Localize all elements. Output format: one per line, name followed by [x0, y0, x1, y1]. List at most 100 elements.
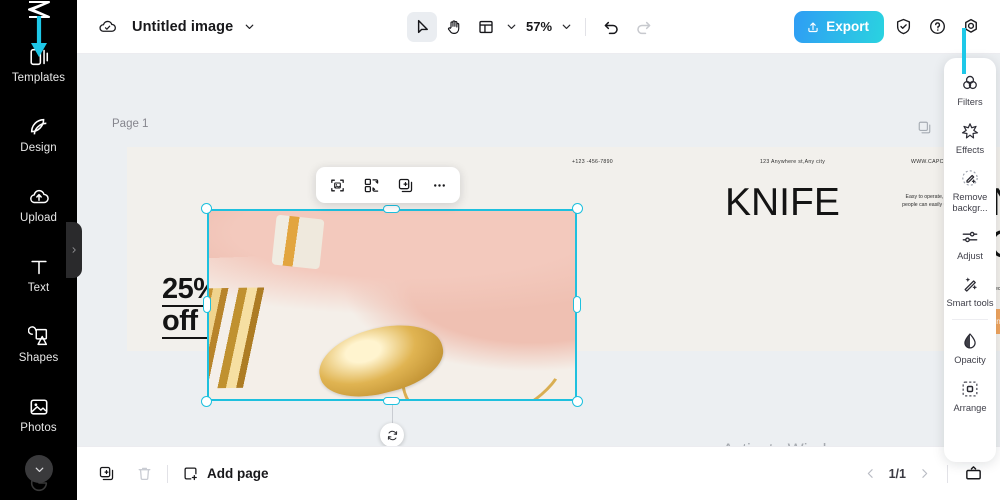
- artboard-address: 123 Anywhere st,Any city: [760, 159, 826, 165]
- panel-divider: [952, 319, 988, 321]
- top-toolbar-right-group: Export: [794, 10, 986, 43]
- add-page-label: Add page: [207, 466, 269, 481]
- panel-item-label: Effects: [955, 144, 985, 155]
- more-options-button[interactable]: [425, 171, 453, 199]
- panel-item-opacity[interactable]: Opacity: [944, 324, 996, 372]
- bottom-toolbar-divider: [167, 464, 168, 483]
- select-tool-button[interactable]: [407, 11, 437, 42]
- napkin-ring-detail: [271, 214, 325, 269]
- sidebar-item-shapes[interactable]: Shapes: [0, 310, 77, 380]
- capcut-logo-icon: [27, 0, 50, 19]
- sidebar-item-label: Text: [27, 281, 50, 294]
- zoom-dropdown-button[interactable]: [558, 20, 575, 33]
- chevron-down-icon: [245, 24, 254, 29]
- layout-dropdown-button[interactable]: [503, 20, 520, 33]
- chevron-right-icon: [921, 469, 927, 478]
- redo-button[interactable]: [628, 12, 658, 42]
- rotate-handle-icon: [387, 430, 397, 440]
- resize-handle-mid-left[interactable]: [203, 296, 211, 313]
- panel-item-arrange[interactable]: Arrange: [944, 372, 996, 420]
- resize-handle-top-right[interactable]: [572, 203, 583, 214]
- design-icon: [30, 118, 46, 135]
- panel-item-label: Remove backgr...: [952, 192, 988, 214]
- panel-item-label: Smart tools: [946, 298, 994, 309]
- sidebar-item-templates[interactable]: Templates: [0, 30, 77, 100]
- sidebar-item-label: Templates: [11, 71, 66, 84]
- duplicate-button[interactable]: [391, 171, 419, 199]
- effects-star-icon: [961, 122, 979, 139]
- resize-handle-top-left[interactable]: [201, 203, 212, 214]
- smart-tools-wand-icon: [964, 277, 977, 293]
- sidebar-more-button[interactable]: [25, 455, 53, 483]
- resize-handle-bottom-right[interactable]: [572, 396, 583, 407]
- document-title[interactable]: Untitled image: [132, 19, 233, 35]
- sidebar-item-design[interactable]: Design: [0, 100, 77, 170]
- resize-handle-bottom-left[interactable]: [201, 396, 212, 407]
- zoom-level[interactable]: 57%: [522, 19, 556, 34]
- undo-icon: [604, 21, 618, 35]
- previous-page-button[interactable]: [858, 461, 884, 487]
- panel-item-effects[interactable]: Effects: [944, 114, 996, 162]
- selected-image-object[interactable]: [201, 203, 583, 446]
- document-title-menu-button[interactable]: [243, 20, 256, 33]
- photos-icon: [30, 399, 47, 415]
- duplicate-plus-icon: [398, 178, 412, 192]
- cursor-arrow-icon: [417, 19, 428, 33]
- cloud-saved-icon: [99, 20, 116, 32]
- layout-tool-button[interactable]: [471, 12, 501, 42]
- artboard-headline-1: KNIFE: [725, 181, 840, 224]
- delete-page-button[interactable]: [129, 459, 159, 489]
- trash-icon: [138, 467, 150, 481]
- resize-handle-bottom-center[interactable]: [383, 397, 400, 405]
- top-toolbar: Untitled image 57% Export: [77, 0, 1000, 54]
- plate-rim-detail: [386, 289, 577, 401]
- cutlery-photo: [207, 209, 577, 401]
- panel-item-label: Opacity: [954, 355, 986, 366]
- sidebar-item-photos[interactable]: Photos: [0, 380, 77, 450]
- crop-button[interactable]: [323, 171, 351, 199]
- rotate-handle-button[interactable]: [380, 423, 404, 446]
- sidebar-item-label: Photos: [20, 421, 57, 434]
- panel-item-smart-tools[interactable]: Smart tools: [944, 267, 996, 315]
- remove-background-icon: [962, 170, 978, 187]
- duplicate-page-icon: [99, 466, 113, 481]
- cloud-save-status[interactable]: [97, 16, 118, 37]
- artboard-phone: +123 -456-7890: [572, 159, 613, 165]
- question-circle-icon: [929, 19, 945, 34]
- panel-item-label: Filters: [957, 97, 983, 107]
- filters-circles-icon: [963, 75, 977, 90]
- chevron-down-icon: [35, 467, 43, 472]
- export-button-label: Export: [826, 19, 869, 34]
- help-button[interactable]: [922, 12, 952, 42]
- crop-image-icon: [330, 179, 344, 191]
- present-button[interactable]: [958, 459, 988, 489]
- resize-handle-top-center[interactable]: [383, 205, 400, 213]
- sidebar-item-label: Upload: [19, 211, 58, 224]
- canvas-duplicate-button[interactable]: [917, 120, 932, 140]
- panel-item-filters[interactable]: Filters: [944, 66, 996, 114]
- next-page-button[interactable]: [911, 461, 937, 487]
- canvas-workspace[interactable]: Page 1 +123 -456-7890 123 Anywhere st,An…: [77, 54, 1000, 446]
- arrange-frame-icon: [962, 381, 978, 397]
- capcut-logo[interactable]: [0, 0, 77, 20]
- panel-item-adjust[interactable]: Adjust: [944, 220, 996, 268]
- duplicate-page-button[interactable]: [91, 459, 121, 489]
- sidebar-collapse-handle[interactable]: [66, 222, 82, 278]
- settings-button[interactable]: [956, 12, 986, 42]
- resize-handle-mid-right[interactable]: [573, 296, 581, 313]
- add-page-button[interactable]: Add page: [182, 465, 269, 482]
- chevron-down-icon: [507, 24, 516, 29]
- duplicate-icon: [918, 121, 931, 134]
- sidebar-item-label: Shapes: [18, 351, 59, 364]
- capcut-editor-window: Templates Design Upload Text Shapes Phot…: [0, 0, 1000, 500]
- hand-tool-button[interactable]: [439, 12, 469, 42]
- chevron-right-icon: [72, 247, 76, 253]
- upload-cloud-icon: [29, 189, 49, 203]
- export-button[interactable]: Export: [794, 10, 884, 43]
- undo-button[interactable]: [596, 12, 626, 42]
- panel-item-remove-background[interactable]: Remove backgr...: [944, 161, 996, 219]
- templates-icon: [29, 48, 48, 65]
- chevron-left-icon: [867, 469, 873, 478]
- replace-button[interactable]: [357, 171, 385, 199]
- shield-button[interactable]: [888, 12, 918, 42]
